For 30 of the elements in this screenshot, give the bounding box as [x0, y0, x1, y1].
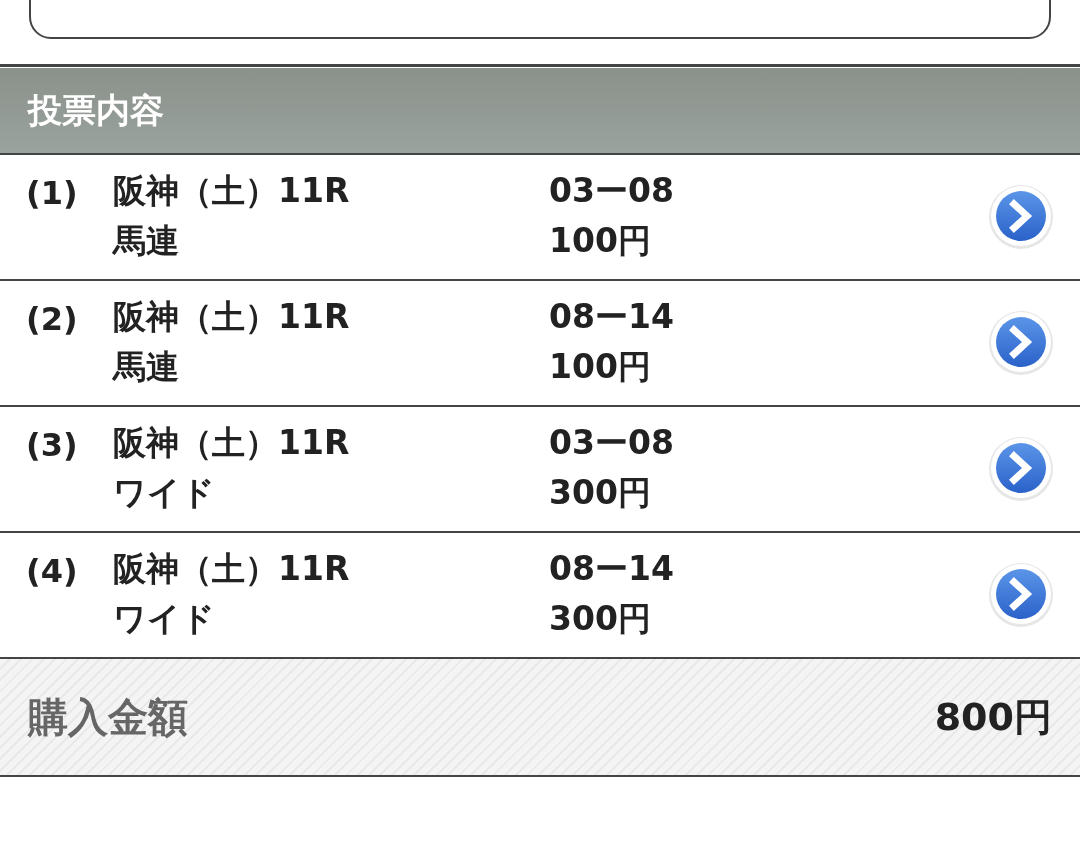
combination: 08ー14 [549, 548, 675, 590]
chevron-right-icon[interactable] [988, 310, 1054, 376]
bet-amount: 100円 [549, 346, 652, 388]
total-label: 購入金額 [28, 693, 188, 742]
combination: 08ー14 [549, 296, 675, 338]
combination: 03ー08 [549, 422, 675, 464]
section-title: 投票内容 [28, 89, 164, 132]
bet-row[interactable]: (1) 阪神（土）11R 馬連 03ー08 100円 [0, 155, 1080, 281]
bet-number: (4) [26, 551, 79, 592]
bet-row[interactable]: (2) 阪神（土）11R 馬連 08ー14 100円 [0, 281, 1080, 407]
bet-amount: 300円 [549, 598, 652, 640]
combination: 03ー08 [549, 170, 675, 212]
total-value: 800円 [934, 693, 1052, 741]
chevron-right-icon[interactable] [988, 184, 1054, 250]
bet-type: 馬連 [113, 346, 180, 388]
bet-number: (1) [26, 173, 79, 214]
bet-amount: 300円 [549, 472, 652, 514]
bet-number: (3) [26, 425, 79, 466]
race-name: 阪神（土）11R [113, 422, 351, 464]
chevron-right-icon[interactable] [988, 436, 1054, 502]
bet-amount: 100円 [549, 220, 652, 262]
bet-type: ワイド [113, 598, 216, 640]
bet-number: (2) [26, 299, 79, 340]
race-name: 阪神（土）11R [113, 170, 351, 212]
chevron-right-icon[interactable] [988, 562, 1054, 628]
race-name: 阪神（土）11R [113, 296, 351, 338]
bet-row[interactable]: (3) 阪神（土）11R ワイド 03ー08 300円 [0, 407, 1080, 533]
race-name: 阪神（土）11R [113, 548, 351, 590]
bet-type: 馬連 [113, 220, 180, 262]
bet-type: ワイド [113, 472, 216, 514]
